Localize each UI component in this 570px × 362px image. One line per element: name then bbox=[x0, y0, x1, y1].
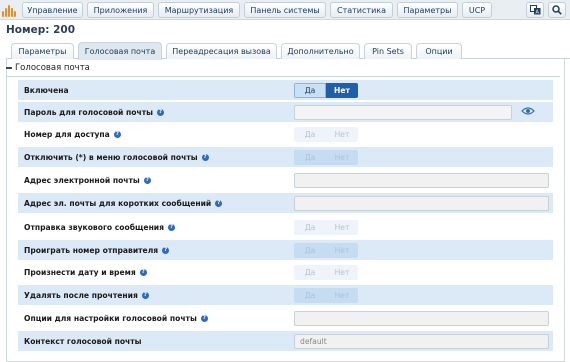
toggle-yes[interactable]: Да bbox=[294, 265, 326, 280]
collapse-minus-icon[interactable] bbox=[6, 67, 12, 69]
row-enabled: Включена Да Нет bbox=[18, 80, 553, 100]
help-icon[interactable]: ? bbox=[113, 130, 121, 138]
row-vm-options: Опции для настройки голосовой почты? bbox=[18, 308, 553, 328]
row-vm-context: Контекст голосовой почты default bbox=[18, 331, 553, 351]
field-label: Удалять после прочтения? bbox=[24, 290, 149, 300]
play-envelope-toggle[interactable]: Да Нет bbox=[294, 265, 358, 280]
toggle-no[interactable]: Нет bbox=[326, 150, 358, 165]
help-icon[interactable]: ? bbox=[141, 291, 149, 299]
toggle-no[interactable]: Нет bbox=[326, 220, 358, 235]
help-icon[interactable]: ? bbox=[156, 108, 164, 116]
help-icon[interactable]: ? bbox=[201, 153, 209, 161]
row-delete-voicemail: Удалять после прочтения? Да Нет bbox=[18, 285, 553, 305]
toggle-yes[interactable]: Да bbox=[294, 150, 326, 165]
nav-connectivity[interactable]: Маршрутизация bbox=[158, 2, 240, 18]
field-label: Пароль для голосовой почты? bbox=[24, 107, 164, 117]
tab-options[interactable]: Опции bbox=[416, 43, 462, 59]
field-label: Адрес электронной почты? bbox=[24, 175, 151, 185]
vm-options-input[interactable] bbox=[294, 311, 549, 326]
eye-icon[interactable] bbox=[521, 105, 535, 117]
toggle-no[interactable]: Нет bbox=[326, 265, 358, 280]
top-navbar: Управление Приложения Маршрутизация Пане… bbox=[0, 0, 570, 20]
field-label: Адрес эл. почты для коротких сообщений? bbox=[24, 198, 223, 208]
toggle-no[interactable]: Нет bbox=[326, 243, 358, 258]
section-title-text: Голосовая почта bbox=[15, 63, 90, 73]
field-label: Отправка звукового сообщения? bbox=[24, 222, 176, 232]
search-button[interactable] bbox=[548, 2, 566, 18]
voicemail-section-header[interactable]: Голосовая почта bbox=[6, 63, 560, 77]
language-icon: A bbox=[529, 5, 540, 15]
tab-bar: Параметры Голосовая почта Переадресация … bbox=[6, 41, 570, 60]
help-icon[interactable]: ? bbox=[143, 176, 151, 184]
help-icon[interactable]: ? bbox=[139, 268, 147, 276]
disable-star-toggle[interactable]: Да Нет bbox=[294, 150, 358, 165]
help-icon[interactable]: ? bbox=[168, 223, 176, 231]
tab-call-forward[interactable]: Переадресация вызова bbox=[166, 43, 277, 59]
toggle-yes[interactable]: Да bbox=[294, 127, 326, 142]
tab-advanced[interactable]: Дополнительно bbox=[281, 43, 360, 59]
help-icon[interactable]: ? bbox=[200, 314, 208, 322]
email-input[interactable] bbox=[294, 173, 549, 188]
row-email-attachment: Отправка звукового сообщения? Да Нет bbox=[18, 217, 553, 237]
help-icon[interactable]: ? bbox=[162, 246, 170, 254]
row-play-envelope: Произнести дату и время? Да Нет bbox=[18, 262, 553, 282]
nav-ucp[interactable]: UCP bbox=[462, 2, 492, 18]
nav-applications[interactable]: Приложения bbox=[87, 2, 154, 18]
field-label: Проиграть номер отправителя? bbox=[24, 245, 170, 255]
toggle-yes[interactable]: Да bbox=[294, 83, 326, 98]
toggle-yes[interactable]: Да bbox=[294, 288, 326, 303]
row-access-number: Номер для доступа? Да Нет bbox=[18, 124, 553, 144]
toggle-no[interactable]: Нет bbox=[326, 127, 358, 142]
voicemail-password-input[interactable] bbox=[294, 105, 512, 120]
enabled-toggle[interactable]: Да Нет bbox=[294, 83, 358, 98]
field-label: Контекст голосовой почты bbox=[24, 336, 142, 346]
field-label: Отключить (*) в меню голосовой почты? bbox=[24, 152, 209, 162]
toggle-yes[interactable]: Да bbox=[294, 243, 326, 258]
vm-context-input[interactable]: default bbox=[294, 334, 549, 349]
field-label: Опции для настройки голосовой почты? bbox=[24, 313, 208, 323]
help-icon[interactable]: ? bbox=[215, 199, 223, 207]
toggle-yes[interactable]: Да bbox=[294, 220, 326, 235]
field-label: Номер для доступа? bbox=[24, 129, 121, 139]
row-voicemail-password: Пароль для голосовой почты? bbox=[18, 102, 553, 122]
language-button[interactable]: A bbox=[526, 2, 544, 18]
tab-voicemail[interactable]: Голосовая почта bbox=[78, 42, 162, 60]
nav-admin[interactable]: Управление bbox=[22, 2, 83, 18]
nav-dashboard[interactable]: Панель системы bbox=[244, 2, 326, 18]
tab-settings[interactable]: Параметры bbox=[11, 43, 74, 59]
toggle-no[interactable]: Нет bbox=[326, 83, 358, 98]
pager-email-input[interactable] bbox=[294, 196, 549, 211]
row-email: Адрес электронной почты? bbox=[18, 170, 553, 190]
toggle-no[interactable]: Нет bbox=[326, 288, 358, 303]
row-pager-email: Адрес эл. почты для коротких сообщений? bbox=[18, 193, 553, 213]
nav-reports[interactable]: Статистика bbox=[330, 2, 393, 18]
play-cid-toggle[interactable]: Да Нет bbox=[294, 243, 358, 258]
freepbx-logo-icon[interactable] bbox=[2, 3, 18, 17]
page-title: Номер: 200 bbox=[6, 24, 75, 36]
access-number-toggle[interactable]: Да Нет bbox=[294, 127, 358, 142]
delete-voicemail-toggle[interactable]: Да Нет bbox=[294, 288, 358, 303]
email-attachment-toggle[interactable]: Да Нет bbox=[294, 220, 358, 235]
row-disable-star: Отключить (*) в меню голосовой почты? Да… bbox=[18, 147, 553, 167]
section-title: Голосовая почта bbox=[6, 63, 90, 73]
search-icon bbox=[552, 5, 562, 15]
row-play-cid: Проиграть номер отправителя? Да Нет bbox=[18, 240, 553, 260]
nav-settings[interactable]: Параметры bbox=[397, 2, 458, 18]
field-label: Включена bbox=[24, 85, 69, 95]
field-label: Произнести дату и время? bbox=[24, 267, 147, 277]
svg-text:A: A bbox=[535, 9, 539, 15]
tab-pin-sets[interactable]: Pin Sets bbox=[364, 43, 412, 59]
